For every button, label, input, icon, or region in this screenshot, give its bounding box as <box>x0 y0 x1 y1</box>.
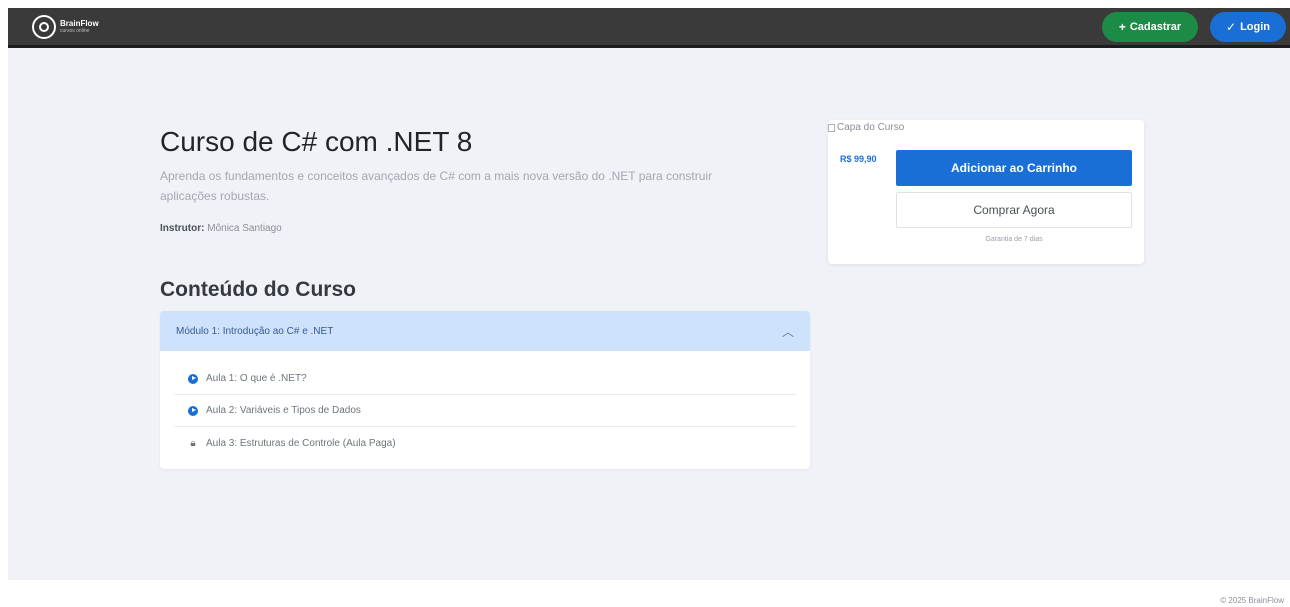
footer-copyright: © 2025 BrainFlow <box>1220 596 1284 605</box>
brand-logo[interactable]: BrainFlow cursos online <box>32 15 99 39</box>
module-header[interactable]: Módulo 1: Introdução ao C# e .NET ︿ <box>160 311 810 351</box>
lesson-item-2[interactable]: Aula 2: Variáveis e Tipos de Dados <box>174 395 796 427</box>
lock-icon: 🔒︎ <box>190 437 196 449</box>
course-price: R$ 99,90 <box>840 154 877 164</box>
instructor-name: Mônica Santiago <box>207 223 282 234</box>
top-navbar: BrainFlow cursos online + Cadastrar ✓ Lo… <box>8 8 1290 48</box>
brand-tagline: cursos online <box>60 28 90 34</box>
lesson-label: Aula 2: Variáveis e Tipos de Dados <box>206 405 361 416</box>
lesson-item-1[interactable]: Aula 1: O que é .NET? <box>174 363 796 395</box>
play-circle-icon <box>188 405 198 416</box>
brain-logo-icon <box>32 15 56 39</box>
purchase-card: Capa do Curso R$ 99,90 Adicionar ao Carr… <box>828 120 1144 264</box>
play-circle-icon <box>188 373 198 384</box>
course-title: Curso de C# com .NET 8 <box>160 126 473 157</box>
instructor-label: Instrutor: <box>160 223 205 234</box>
add-to-cart-button[interactable]: Adicionar ao Carrinho <box>896 150 1132 186</box>
plus-icon: + <box>1118 20 1126 34</box>
login-label: Login <box>1240 21 1270 33</box>
course-content-heading: Conteúdo do Curso <box>160 278 356 301</box>
guarantee-note: Garantia de 7 dias <box>985 236 1043 243</box>
module-accordion: Módulo 1: Introdução ao C# e .NET ︿ Aula… <box>160 311 810 469</box>
lesson-label: Aula 1: O que é .NET? <box>206 373 307 384</box>
lesson-label: Aula 3: Estruturas de Controle (Aula Pag… <box>206 437 396 449</box>
buy-now-button[interactable]: Comprar Agora <box>896 192 1132 228</box>
course-cover-image: Capa do Curso <box>828 122 904 133</box>
lesson-item-3[interactable]: 🔒︎ Aula 3: Estruturas de Controle (Aula … <box>174 427 796 459</box>
chevron-up-icon: ︿ <box>781 324 794 339</box>
lesson-list: Aula 1: O que é .NET? Aula 2: Variáveis … <box>160 351 810 459</box>
page-shell: BrainFlow cursos online + Cadastrar ✓ Lo… <box>8 8 1290 580</box>
signup-label: Cadastrar <box>1129 21 1182 33</box>
broken-image-icon <box>828 123 835 132</box>
check-icon: ✓ <box>1226 20 1237 34</box>
signup-button[interactable]: + Cadastrar <box>1102 12 1198 42</box>
login-button[interactable]: ✓ Login <box>1210 12 1286 42</box>
cover-alt-text: Capa do Curso <box>837 122 905 133</box>
module-title: Módulo 1: Introdução ao C# e .NET <box>176 325 334 337</box>
course-instructor: Instrutor: Mônica Santiago <box>160 223 282 234</box>
course-description: Aprenda os fundamentos e conceitos avanç… <box>160 169 713 203</box>
brand-name: BrainFlow <box>60 19 99 28</box>
